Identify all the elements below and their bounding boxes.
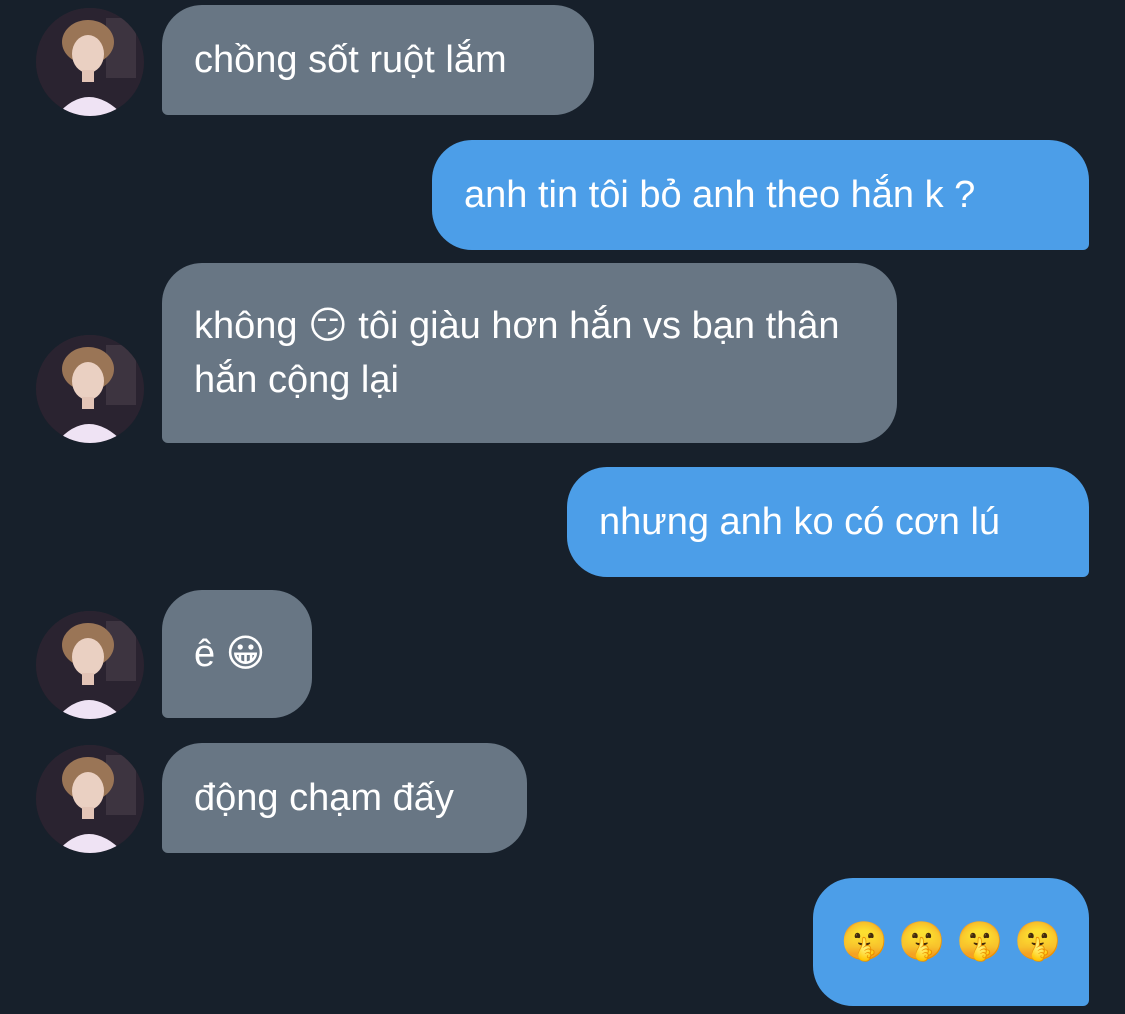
contact-avatar[interactable] <box>36 745 144 853</box>
message-text: anh tin tôi bỏ anh theo hắn k ? <box>464 174 976 216</box>
chat-thread: chồng sốt ruột lắm anh tin tôi bỏ anh th… <box>0 0 1125 1014</box>
avatar-photo-icon <box>36 8 144 116</box>
incoming-message[interactable]: ê 😀 <box>162 590 312 718</box>
avatar-photo-icon <box>36 745 144 853</box>
outgoing-message[interactable]: anh tin tôi bỏ anh theo hắn k ? <box>432 140 1089 250</box>
contact-avatar[interactable] <box>36 335 144 443</box>
message-text: chồng sốt ruột lắm <box>194 39 507 81</box>
avatar-photo-icon <box>36 611 144 719</box>
message-text: không 😏 tôi giàu hơn hắn vs bạn thân hắn… <box>194 305 840 401</box>
message-text: 🤫 🤫 🤫 🤫 <box>840 921 1062 963</box>
outgoing-message[interactable]: nhưng anh ko có cơn lú <box>567 467 1089 577</box>
contact-avatar[interactable] <box>36 611 144 719</box>
message-text: động chạm đấy <box>194 777 454 819</box>
incoming-message[interactable]: không 😏 tôi giàu hơn hắn vs bạn thân hắn… <box>162 263 897 443</box>
message-text: nhưng anh ko có cơn lú <box>599 501 1001 543</box>
incoming-message[interactable]: chồng sốt ruột lắm <box>162 5 594 115</box>
avatar-photo-icon <box>36 335 144 443</box>
contact-avatar[interactable] <box>36 8 144 116</box>
outgoing-message[interactable]: 🤫 🤫 🤫 🤫 <box>813 878 1089 1006</box>
message-text: ê 😀 <box>194 633 266 675</box>
incoming-message[interactable]: động chạm đấy <box>162 743 527 853</box>
